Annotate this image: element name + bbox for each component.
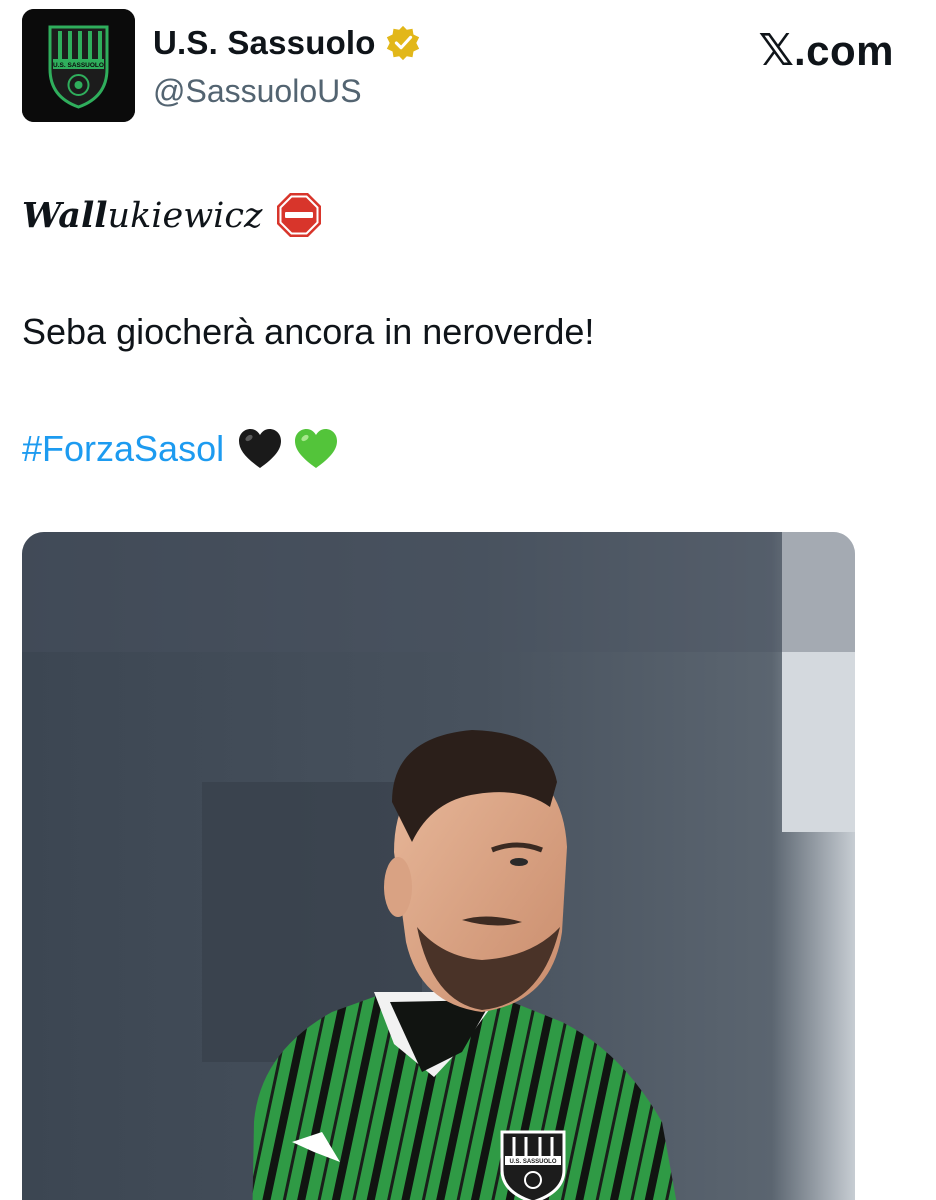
jersey-crest-text: U.S. SASSUOLO <box>509 1159 556 1165</box>
player-photo: U.S. SASSUOLO <box>22 532 855 1200</box>
player-name-rest: ukiewicz <box>107 195 263 236</box>
green-heart-icon <box>295 429 338 468</box>
black-heart-icon <box>239 429 282 468</box>
x-logo-icon: 𝕏 <box>758 25 794 76</box>
handle[interactable]: @SassuoloUS <box>153 73 362 110</box>
tweet-line-1: Wallukiewicz <box>22 190 324 240</box>
display-name[interactable]: U.S. Sassuolo <box>153 24 376 62</box>
name-row: U.S. Sassuolo <box>153 23 422 63</box>
player-name: Wallukiewicz <box>22 195 262 236</box>
stop-sign-icon <box>277 193 322 237</box>
x-brand[interactable]: 𝕏 .com <box>759 27 894 75</box>
player-name-bold: Wall <box>22 194 108 236</box>
gold-verified-badge-icon <box>386 25 419 61</box>
tweet-header: U.S. SASSUOLO U.S. Sassuolo @SassuoloUS … <box>22 9 914 123</box>
tweet-media[interactable]: U.S. SASSUOLO <box>22 532 855 1200</box>
hashtag-link[interactable]: #ForzaSasol <box>22 428 224 470</box>
avatar[interactable]: U.S. SASSUOLO <box>22 9 135 122</box>
tweet-line-3: #ForzaSasol <box>22 424 340 474</box>
brand-text: .com <box>793 27 894 74</box>
sassuolo-crest-icon: U.S. SASSUOLO <box>22 9 135 122</box>
crest-text: U.S. SASSUOLO <box>53 62 104 69</box>
tweet-line-2: Seba giocherà ancora in neroverde! <box>22 311 595 352</box>
